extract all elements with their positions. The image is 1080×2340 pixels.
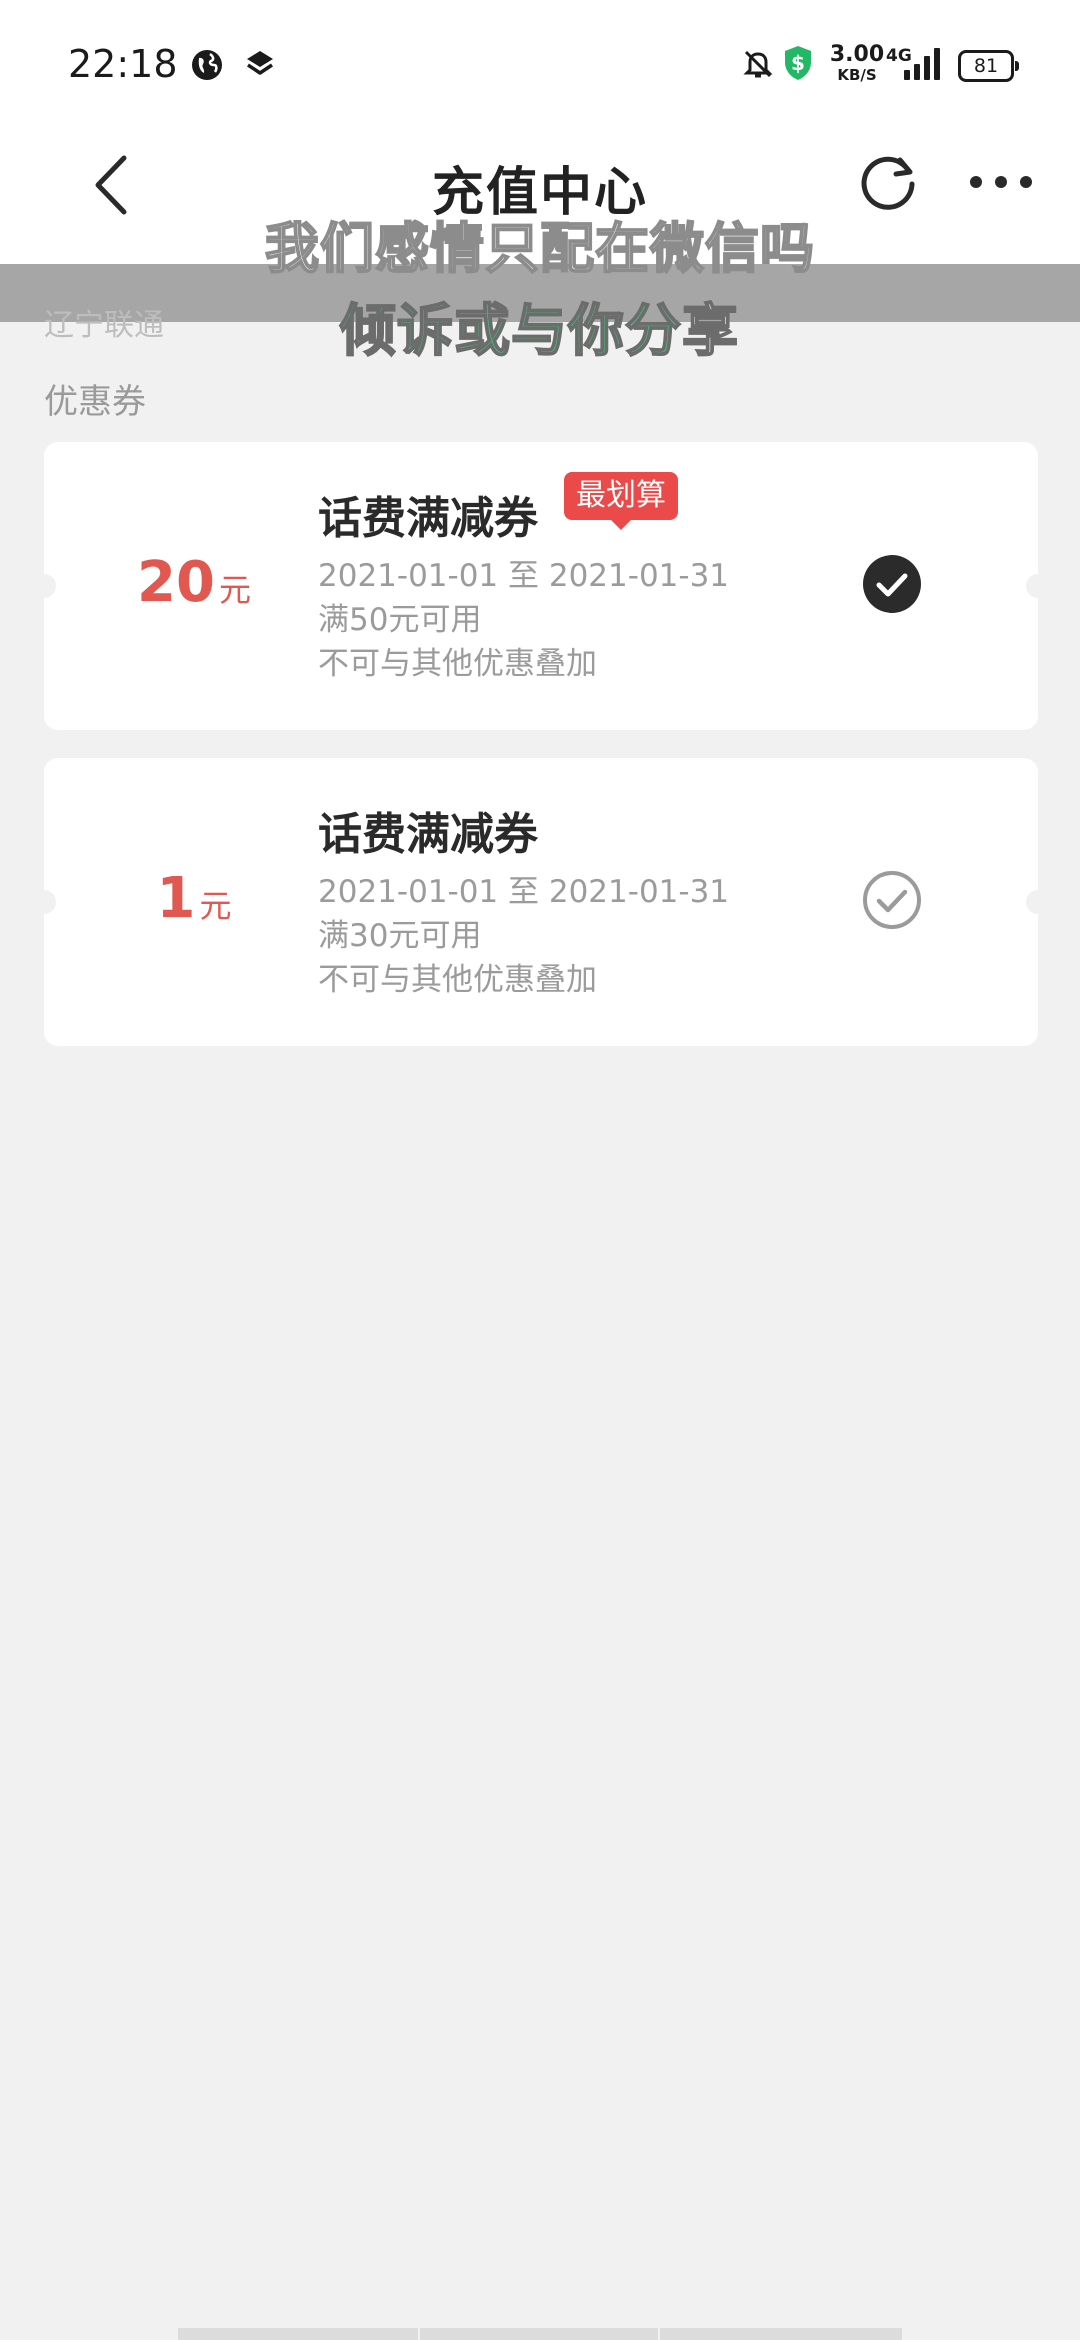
net-speed: 3.00 KB/S xyxy=(822,44,892,83)
coupon-card[interactable]: 1元 话费满减券 2021-01-01 至 2021-01-31 满30元可用 … xyxy=(32,758,1050,1046)
coupon-amount: 20 元 xyxy=(104,550,284,615)
signal-icon xyxy=(904,48,940,80)
shield-icon: $ xyxy=(785,46,811,80)
app-globe-icon xyxy=(192,50,222,80)
coupon-notch xyxy=(1026,890,1050,914)
best-value-badge: 最划算 xyxy=(564,472,678,530)
bell-off-icon xyxy=(743,50,773,78)
coupon-validity: 2021-01-01 至 2021-01-31 xyxy=(318,874,730,910)
coupon-title: 话费满减券 xyxy=(318,493,538,544)
coupon-select-toggle[interactable] xyxy=(862,554,922,614)
home-indicator xyxy=(420,2328,658,2340)
coupon-title: 话费满减券 xyxy=(318,809,538,860)
coupon-card[interactable]: 20 元 话费满减券 最划算 2021-01-01 至 2021-01-31 满5… xyxy=(32,442,1050,730)
battery-indicator: 81 xyxy=(958,50,1019,82)
coupon-select-toggle[interactable] xyxy=(862,870,922,930)
coupon-threshold: 满50元可用 xyxy=(318,602,482,638)
lyric-line-2-unsung: 享 xyxy=(681,298,739,365)
status-bar: 22:18 $ 3.00 KB/S 4G 81 xyxy=(0,0,1080,130)
coupon-note: 不可与其他优惠叠加 xyxy=(318,962,597,998)
check-circle-filled-icon xyxy=(863,555,921,613)
coupon-amount-value: 1 xyxy=(156,866,196,931)
coupon-notch xyxy=(32,890,56,914)
home-indicator xyxy=(660,2328,902,2340)
coupon-notch xyxy=(1026,574,1050,598)
coupon-amount-unit: 元 xyxy=(199,887,232,925)
coupon-notch xyxy=(32,574,56,598)
lyric-line-2-sung: 倾诉或与你分 xyxy=(339,298,682,365)
section-label-coupons: 优惠券 xyxy=(44,382,146,422)
layers-icon xyxy=(247,51,273,75)
coupon-validity: 2021-01-01 至 2021-01-31 xyxy=(318,558,730,594)
net-speed-value: 3.00 xyxy=(829,42,885,67)
lyric-line-1: 我们感情只配在微信吗 xyxy=(264,216,815,281)
more-horizontal-icon xyxy=(970,176,1032,188)
coupon-amount-value: 20 xyxy=(137,550,215,615)
check-circle-outline-icon xyxy=(863,871,921,929)
home-indicator xyxy=(178,2328,418,2340)
net-speed-unit: KB/S xyxy=(837,66,877,84)
coupon-amount-unit: 元 xyxy=(218,571,251,609)
coupon-threshold: 满30元可用 xyxy=(318,918,482,954)
status-time: 22:18 xyxy=(68,42,178,86)
coupon-amount: 1元 xyxy=(104,866,284,931)
lyric-line-2: 倾诉或与你分享 xyxy=(339,286,739,367)
carrier-label: 辽宁联通 xyxy=(44,308,164,343)
svg-text:$: $ xyxy=(791,51,805,75)
more-button[interactable] xyxy=(968,170,1034,194)
coupon-note: 不可与其他优惠叠加 xyxy=(318,646,597,682)
